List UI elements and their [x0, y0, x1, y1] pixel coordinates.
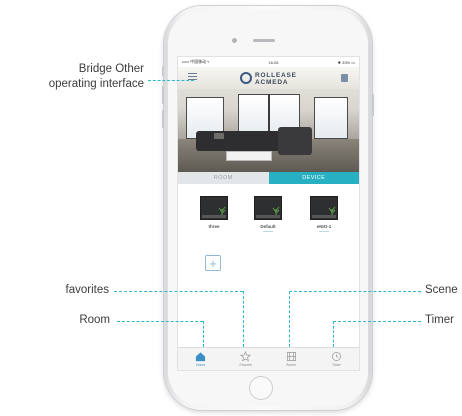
callout-bridge-line — [148, 80, 194, 81]
device-underline — [263, 231, 273, 232]
power-button — [372, 94, 374, 116]
device-underline — [319, 231, 329, 232]
tab-room[interactable]: ROOM — [178, 172, 269, 184]
callout-timer-label: Timer — [425, 314, 454, 326]
callout-scene-hline — [289, 291, 421, 292]
roller-shade-icon — [254, 196, 282, 220]
device-name: three — [208, 224, 220, 229]
film-icon — [286, 352, 296, 361]
nav-home[interactable]: Home — [178, 348, 223, 370]
room-hero-image: ROLLEASE ACMEDA — [178, 67, 359, 172]
device-name: eNIO-1 — [316, 224, 332, 229]
earpiece-speaker — [253, 39, 275, 42]
nav-timer[interactable]: Timer — [314, 348, 359, 370]
brand-line-2: ACMEDA — [255, 79, 289, 86]
roller-shade-icon — [200, 196, 228, 220]
plant-icon — [328, 206, 336, 215]
menu-icon[interactable] — [188, 73, 197, 80]
callout-timer-vline — [333, 321, 334, 347]
hub-icon[interactable] — [341, 74, 348, 82]
callout-scene-vline — [289, 291, 290, 347]
nav-favorite[interactable]: Favorite — [223, 348, 268, 370]
mute-switch — [162, 66, 164, 76]
callout-room-hline — [117, 321, 203, 322]
callout-bridge-line1: Bridge Other — [78, 63, 144, 75]
nav-scene[interactable]: Scene — [269, 348, 314, 370]
device-name: Default — [260, 224, 276, 229]
callout-bridge-label: Bridge Other operating interface — [49, 62, 144, 92]
carrier-text: ••••• 中国移动 ▿ — [182, 59, 210, 64]
callout-room-label: Room — [79, 314, 110, 326]
star-icon — [240, 351, 252, 362]
device-item-three[interactable]: three — [199, 196, 229, 229]
roller-shade-icon — [310, 196, 338, 220]
brand-logo-text: ROLLEASE ACMEDA — [255, 72, 297, 86]
rollease-logo-icon — [240, 72, 252, 84]
sofa-arm — [278, 127, 312, 155]
callout-room-vline — [203, 321, 204, 347]
clock-text: 16:26 — [268, 59, 279, 65]
callout-favorites-label: favorites — [65, 284, 109, 296]
coffee-table — [226, 151, 272, 161]
callout-bridge-line2: operating interface — [48, 78, 144, 90]
cushion — [214, 133, 224, 139]
home-button[interactable] — [249, 376, 273, 400]
device-item-default[interactable]: Default — [253, 196, 283, 232]
volume-down-button — [162, 110, 164, 128]
callout-favorites-vline — [243, 291, 244, 347]
callout-timer-hline — [333, 321, 421, 322]
battery-text: ✸ 33% ▭ — [337, 59, 355, 65]
front-camera — [232, 38, 237, 43]
device-item-enio[interactable]: eNIO-1 — [309, 196, 339, 232]
window-right — [314, 97, 348, 139]
nav-home-label: Home — [195, 363, 206, 367]
tab-device[interactable]: DEVICE — [268, 172, 359, 184]
nav-favorite-label: Favorite — [239, 363, 253, 367]
room-device-tabs: ROOM DEVICE — [178, 172, 359, 184]
brand-line-1: ROLLEASE — [255, 72, 297, 79]
nav-timer-label: Timer — [331, 363, 341, 367]
callout-favorites-hline — [114, 291, 243, 292]
home-icon — [196, 352, 206, 362]
nav-scene-label: Scene — [286, 363, 297, 367]
volume-up-button — [162, 86, 164, 104]
bottom-tab-bar: Home Favorite Scene Timer — [178, 347, 359, 370]
plant-icon — [272, 206, 280, 215]
status-bar: ••••• 中国移动 ▿ 16:26 ✸ 33% ▭ — [178, 57, 359, 67]
clock-icon — [331, 352, 341, 361]
add-device-button[interactable]: + — [205, 255, 221, 271]
plant-icon — [218, 206, 226, 215]
callout-scene-label: Scene — [425, 284, 458, 296]
